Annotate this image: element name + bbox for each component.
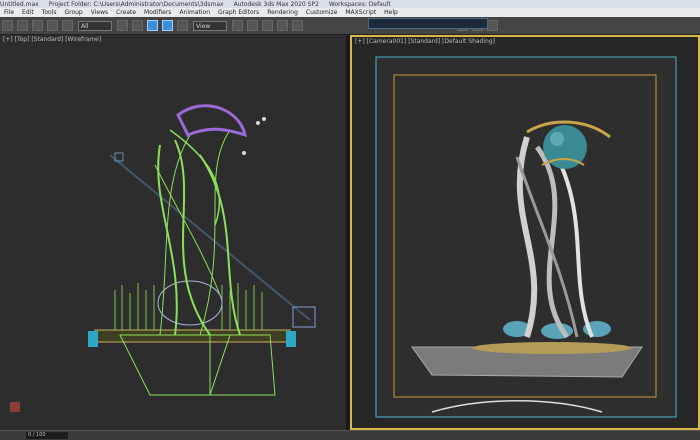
- title-bar: Untitled.max Project Folder: C:\Users\Ad…: [0, 0, 700, 8]
- unlink-icon[interactable]: [47, 20, 58, 31]
- title-workspace: Workspaces: Default: [328, 0, 391, 8]
- menu-tools[interactable]: Tools: [38, 9, 61, 16]
- link-icon[interactable]: [32, 20, 43, 31]
- shaded-scene: [352, 37, 698, 428]
- wireframe-scene: [0, 35, 346, 430]
- menu-modifiers[interactable]: Modifiers: [140, 9, 175, 16]
- menu-rendering[interactable]: Rendering: [263, 9, 302, 16]
- menu-maxscript[interactable]: MAXScript: [341, 9, 380, 16]
- menu-create[interactable]: Create: [112, 9, 140, 16]
- bind-icon[interactable]: [62, 20, 73, 31]
- rotate-icon[interactable]: [162, 20, 173, 31]
- viewport-camera-shaded[interactable]: [+] [Camera001] [Standard] [Default Shad…: [350, 35, 700, 430]
- select-icon[interactable]: [117, 20, 128, 31]
- menu-bar: File Edit Tools Group Views Create Modif…: [0, 8, 700, 17]
- selection-filter-dropdown[interactable]: All: [78, 20, 112, 31]
- menu-customize[interactable]: Customize: [302, 9, 342, 16]
- redo-icon[interactable]: [17, 20, 28, 31]
- title-file: Untitled.max: [0, 0, 39, 8]
- scale-icon[interactable]: [177, 20, 188, 31]
- time-slider-readout[interactable]: 0 / 100: [26, 432, 68, 439]
- menu-animation[interactable]: Animation: [175, 9, 214, 16]
- main-toolbar: All View: [0, 17, 700, 35]
- viewport-label-right[interactable]: [+] [Camera001] [Standard] [Default Shad…: [355, 38, 495, 45]
- snap-icon[interactable]: [232, 20, 243, 31]
- move-icon[interactable]: [147, 20, 158, 31]
- align-icon[interactable]: [277, 20, 288, 31]
- title-app: Autodesk 3ds Max 2020 SP2: [233, 0, 319, 8]
- undo-icon[interactable]: [2, 20, 13, 31]
- menu-edit[interactable]: Edit: [18, 9, 38, 16]
- title-project: Project Folder: C:\Users\Administrator\D…: [48, 0, 224, 8]
- viewport-top-wireframe[interactable]: [+] [Top] [Standard] [Wireframe]: [0, 35, 346, 430]
- workspace-field[interactable]: [368, 18, 488, 29]
- select-region-icon[interactable]: [132, 20, 143, 31]
- mirror-icon[interactable]: [262, 20, 273, 31]
- menu-file[interactable]: File: [0, 9, 18, 16]
- render-icon[interactable]: [487, 20, 498, 31]
- menu-group[interactable]: Group: [60, 9, 86, 16]
- angle-snap-icon[interactable]: [247, 20, 258, 31]
- view-dropdown[interactable]: View: [193, 20, 227, 31]
- menu-help[interactable]: Help: [380, 9, 402, 16]
- menu-views[interactable]: Views: [87, 9, 112, 16]
- viewport-label-left[interactable]: [+] [Top] [Standard] [Wireframe]: [3, 36, 101, 43]
- layer-icon[interactable]: [292, 20, 303, 31]
- menu-graph-editors[interactable]: Graph Editors: [214, 9, 263, 16]
